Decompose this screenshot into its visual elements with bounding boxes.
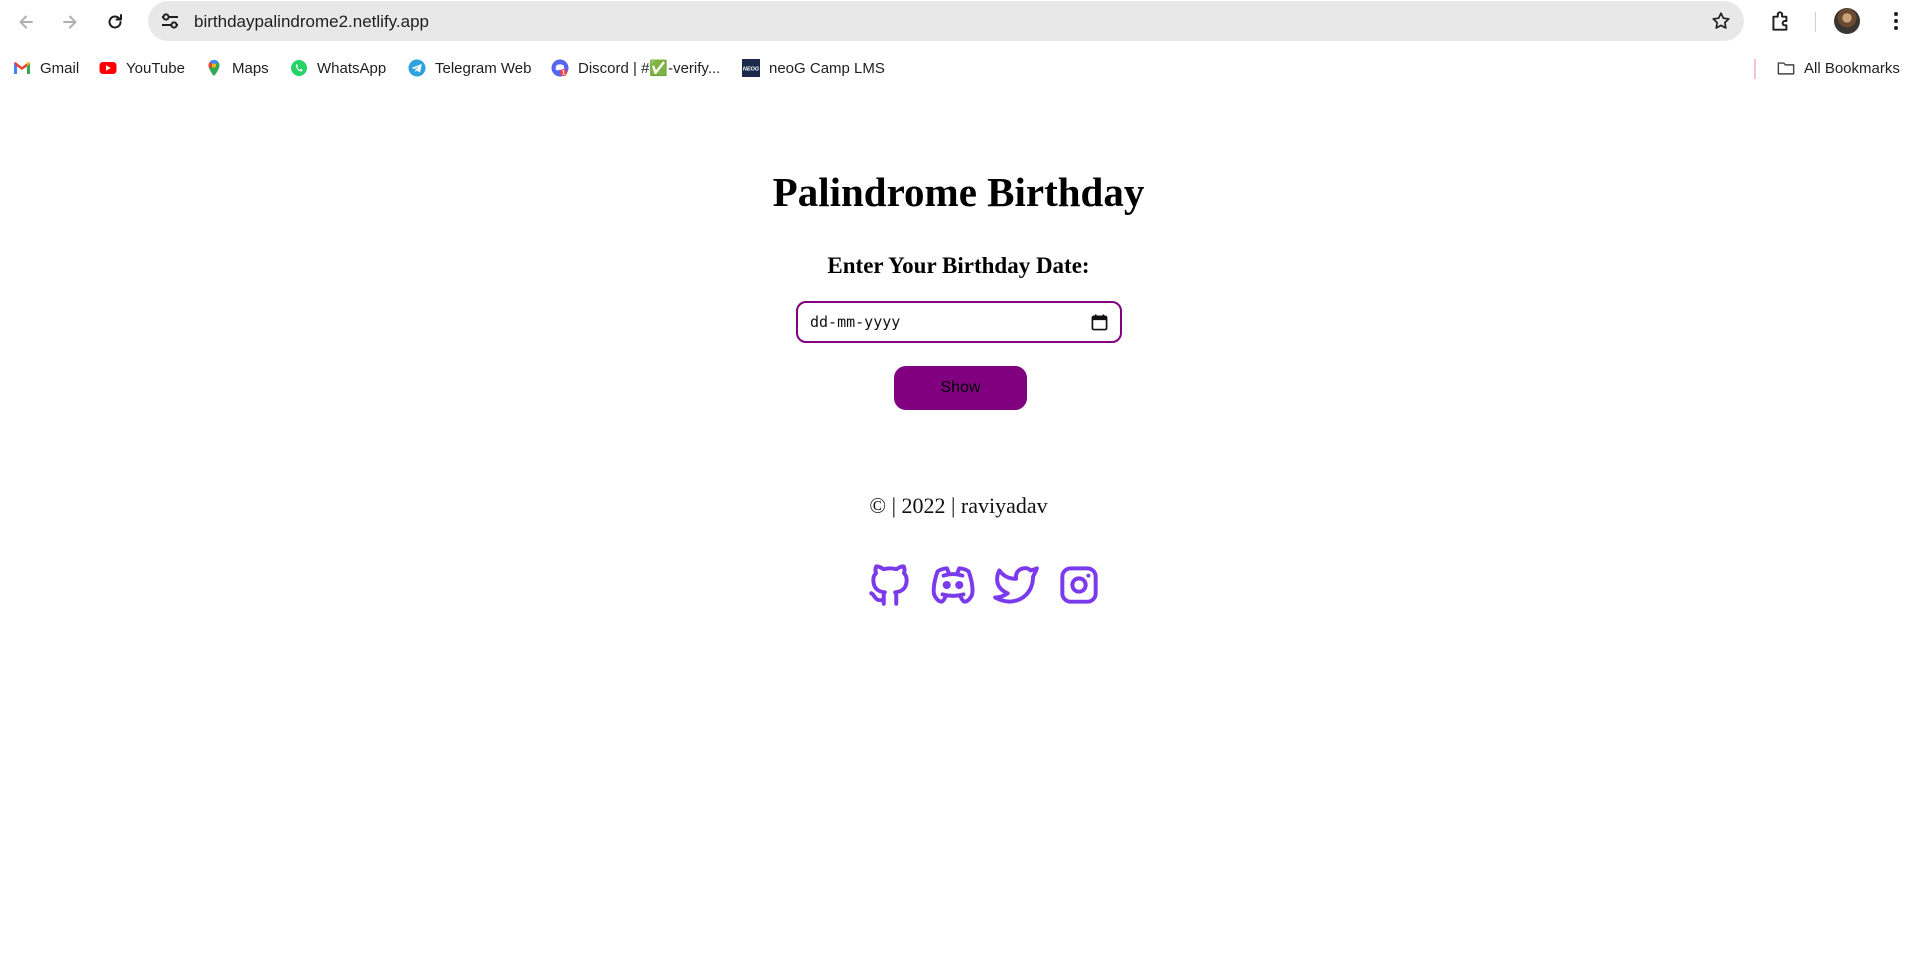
reload-icon — [108, 14, 122, 29]
bookmark-whatsapp[interactable]: WhatsApp — [290, 55, 386, 81]
maps-icon — [208, 59, 220, 76]
bookmark-label: YouTube — [126, 59, 185, 77]
bookmark-label: WhatsApp — [317, 59, 387, 77]
arrow-left-icon — [19, 15, 33, 29]
bookmark-label: Maps — [232, 59, 269, 77]
avatar[interactable] — [1834, 8, 1860, 34]
bookmark-maps[interactable]: Maps — [205, 55, 269, 81]
bookmark-neog[interactable]: NEOG neoG Camp LMS — [742, 55, 885, 81]
bookmark-label: neoG Camp LMS — [769, 59, 885, 77]
date-input-placeholder: dd-mm-yyyy — [810, 313, 901, 331]
svg-text:NEOG: NEOG — [743, 67, 760, 73]
bookmark-label: All Bookmarks — [1804, 59, 1900, 77]
bookmark-telegram[interactable]: Telegram Web — [408, 55, 531, 81]
tune-icon[interactable] — [160, 12, 180, 30]
twitter-icon[interactable] — [991, 560, 1041, 610]
folder-icon — [1777, 62, 1795, 75]
star-icon[interactable] — [1710, 10, 1732, 32]
bookmark-youtube[interactable]: YouTube — [99, 55, 185, 81]
date-label: Enter Your Birthday Date: — [827, 253, 1090, 278]
page-title: Palindrome Birthday — [772, 169, 1145, 215]
arrow-right-icon — [63, 15, 77, 29]
show-button[interactable]: Show — [894, 366, 1027, 410]
bookmark-label: Gmail — [40, 59, 80, 77]
discord-icon: 1 — [551, 59, 569, 77]
telegram-icon — [408, 59, 426, 77]
github-icon[interactable] — [865, 560, 915, 610]
youtube-icon — [99, 62, 117, 74]
gmail-icon — [14, 62, 30, 74]
bookmark-discord[interactable]: 1 Discord | #✅-verify... — [551, 55, 720, 81]
all-bookmarks-button[interactable]: All Bookmarks — [1777, 55, 1900, 81]
instagram-icon[interactable] — [1054, 560, 1104, 610]
url-text[interactable]: birthdaypalindrome2.netlify.app — [194, 12, 429, 32]
whatsapp-icon — [291, 60, 307, 76]
forward-button[interactable] — [54, 6, 86, 38]
discord-social-icon[interactable] — [928, 560, 978, 610]
bookmark-label: Telegram Web — [435, 59, 532, 77]
birthday-date-input[interactable]: dd-mm-yyyy — [796, 301, 1122, 343]
footer-copyright: © | 2022 | raviyadav — [869, 493, 1048, 518]
bookmarks-bar: Gmail YouTube Maps WhatsApp Telegram Web — [0, 52, 1917, 84]
bookmark-gmail[interactable]: Gmail — [13, 55, 79, 81]
back-button[interactable] — [10, 6, 42, 38]
kebab-menu-icon[interactable] — [1884, 9, 1908, 33]
browser-toolbar: birthdaypalindrome2.netlify.app — [0, 0, 1917, 42]
puzzle-icon[interactable] — [1768, 8, 1794, 34]
bookmark-label: Discord | #✅-verify... — [578, 60, 721, 77]
reload-button[interactable] — [99, 6, 131, 38]
calendar-icon[interactable] — [1091, 314, 1108, 331]
bookmarks-divider — [1754, 59, 1756, 79]
address-bar[interactable]: birthdaypalindrome2.netlify.app — [148, 1, 1744, 41]
toolbar-divider — [1815, 12, 1816, 32]
neog-icon: NEOG — [742, 59, 760, 77]
